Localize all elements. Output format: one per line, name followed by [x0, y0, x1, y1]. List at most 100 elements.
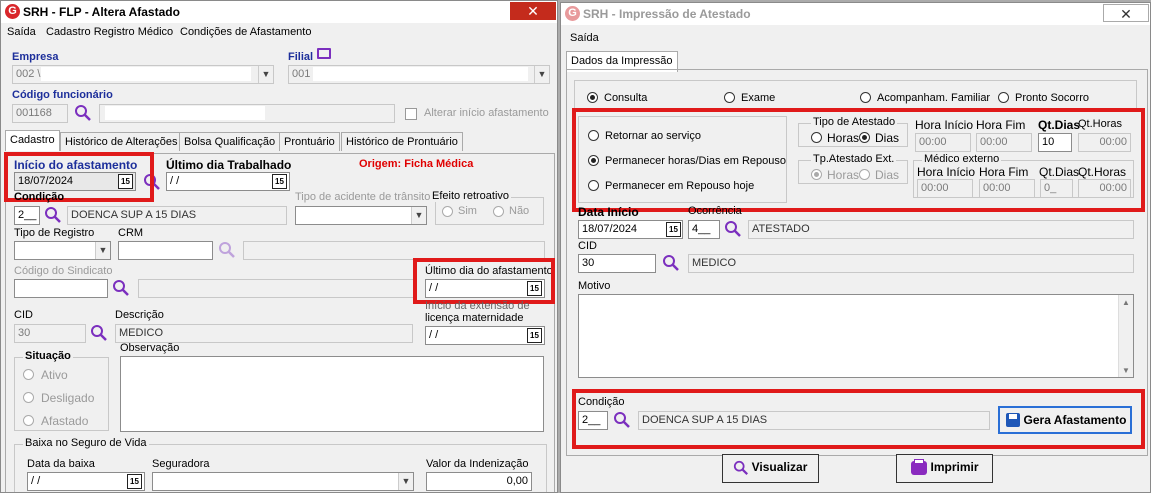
situacao-desligado-radio[interactable]: [23, 392, 34, 403]
exame-radio[interactable]: [724, 92, 735, 103]
tab-cadastro[interactable]: Cadastro: [5, 130, 60, 151]
condicao-code-input[interactable]: 2__: [14, 206, 40, 225]
window-title: SRH - FLP - Altera Afastado: [23, 5, 180, 19]
tab-prontuario[interactable]: Prontuário: [279, 132, 340, 151]
search-icon[interactable]: [218, 241, 236, 259]
alterar-inicio-checkbox[interactable]: [405, 108, 417, 120]
situacao-afastado-label: Afastado: [41, 414, 89, 428]
exame-label: Exame: [741, 92, 776, 104]
filial-label: Filial: [288, 51, 314, 63]
descricao-label: Descrição: [115, 309, 164, 321]
search-icon: [733, 460, 749, 476]
pronto-socorro-radio[interactable]: [998, 92, 1009, 103]
chevron-down-icon[interactable]: ▼: [258, 66, 273, 83]
observacao-textarea[interactable]: [120, 356, 544, 432]
descricao-display: MEDICO: [115, 324, 413, 343]
licenca-label-2: licença maternidade: [425, 312, 524, 324]
sindicato-label: Código do Sindicato: [14, 265, 113, 277]
chevron-down-icon[interactable]: ▼: [534, 66, 549, 83]
redaction: [313, 67, 528, 81]
sindicato-input[interactable]: [14, 279, 108, 298]
chevron-down-icon[interactable]: ▼: [398, 473, 413, 490]
seguradora-select[interactable]: [152, 472, 414, 491]
tab-historico-alteracoes[interactable]: Histórico de Alterações: [60, 132, 183, 151]
data-inicio-label: Data Início: [578, 205, 639, 219]
redaction: [105, 106, 265, 120]
menu-saida[interactable]: Saída: [570, 32, 599, 44]
situacao-ativo-radio[interactable]: [23, 369, 34, 380]
tipo-acidente-select[interactable]: [295, 206, 427, 225]
motivo-textarea[interactable]: [578, 294, 1134, 378]
codigo-funcionario-input[interactable]: 001168: [12, 104, 68, 123]
impressao-atestado-window: G SRH - Impressão de Atestado ✕ Saída Da…: [560, 2, 1151, 493]
scroll-down-icon[interactable]: ▼: [1122, 366, 1130, 375]
situacao-label: Situação: [23, 350, 73, 362]
menu-cadastro-registro-medico[interactable]: Cadastro Registro Médico: [46, 26, 173, 38]
baixa-seguro-label: Baixa no Seguro de Vida: [23, 437, 149, 449]
search-icon[interactable]: [724, 220, 742, 238]
efeito-nao-label: Não: [509, 205, 530, 217]
scroll-up-icon[interactable]: ▲: [1122, 298, 1130, 307]
indenizacao-label: Valor da Indenização: [426, 458, 529, 470]
cid-label: CID: [14, 309, 33, 321]
cid-desc-display: MEDICO: [688, 254, 1134, 273]
indenizacao-input[interactable]: 0,00: [426, 472, 532, 491]
ocorrencia-code-input[interactable]: 4__: [688, 220, 720, 239]
visualizar-label: Visualizar: [751, 460, 808, 474]
situacao-ativo-label: Ativo: [41, 368, 68, 382]
calendar-icon[interactable]: 15: [127, 474, 142, 489]
pronto-socorro-label: Pronto Socorro: [1015, 92, 1089, 104]
calendar-icon[interactable]: 15: [527, 328, 542, 343]
observacao-label: Observação: [120, 342, 180, 354]
redaction: [41, 67, 251, 81]
motivo-scrollbar[interactable]: ▲ ▼: [1118, 295, 1133, 377]
tipo-registro-label: Tipo de Registro: [14, 227, 95, 239]
efeito-sim-label: Sim: [458, 205, 477, 217]
menu-condicoes-afastamento[interactable]: Condições de Afastamento: [180, 26, 311, 38]
cid-input[interactable]: 30: [14, 324, 86, 343]
search-icon[interactable]: [44, 206, 62, 224]
search-icon[interactable]: [112, 279, 130, 297]
efeito-retroativo-label: Efeito retroativo: [430, 190, 512, 202]
origem-label: Origem: Ficha Médica: [359, 158, 474, 170]
highlight-box: [572, 389, 1145, 449]
situacao-afastado-radio[interactable]: [23, 415, 34, 426]
data-baixa-label: Data da baixa: [27, 458, 95, 470]
app-logo-icon: G: [565, 6, 580, 21]
consulta-label: Consulta: [604, 92, 648, 104]
menu-bar: Saída: [561, 25, 1150, 44]
cid-input[interactable]: 30: [578, 254, 656, 273]
monitor-icon[interactable]: [317, 48, 331, 59]
window-title: SRH - Impressão de Atestado: [583, 7, 751, 21]
highlight-box: [572, 108, 1145, 212]
crm-input[interactable]: [118, 241, 213, 260]
imprimir-button[interactable]: Imprimir: [896, 454, 993, 483]
chevron-down-icon[interactable]: ▼: [95, 242, 110, 259]
motivo-label: Motivo: [578, 280, 611, 292]
ultimo-dia-trabalhado-label: Último dia Trabalhado: [166, 158, 292, 172]
search-icon[interactable]: [662, 254, 680, 272]
sindicato-desc-display: [138, 279, 416, 298]
calendar-icon[interactable]: 15: [666, 222, 681, 237]
consulta-radio[interactable]: [587, 92, 598, 103]
title-bar: G SRH - FLP - Altera Afastado ✕: [1, 1, 557, 23]
search-icon[interactable]: [90, 324, 108, 342]
ocorrencia-desc-display: ATESTADO: [748, 220, 1134, 239]
chevron-down-icon[interactable]: ▼: [411, 207, 426, 224]
condicao-desc-display: DOENCA SUP A 15 DIAS: [67, 206, 287, 225]
search-icon[interactable]: [74, 104, 92, 122]
condicao-label: Condição: [14, 191, 65, 203]
close-button[interactable]: ✕: [510, 2, 556, 20]
tipo-acidente-label: Tipo de acidente de trânsito: [295, 191, 431, 203]
tab-bolsa-qualificacao[interactable]: Bolsa Qualificação: [179, 132, 281, 151]
efeito-sim-radio[interactable]: [442, 206, 453, 217]
ocorrencia-label: Ocorrência: [688, 205, 742, 217]
efeito-nao-radio[interactable]: [493, 206, 504, 217]
tab-historico-prontuario[interactable]: Histórico de Prontuário: [341, 132, 463, 151]
calendar-icon[interactable]: 15: [272, 174, 287, 189]
title-bar: G SRH - Impressão de Atestado ✕: [561, 3, 1150, 25]
close-button[interactable]: ✕: [1103, 4, 1149, 22]
visualizar-button[interactable]: Visualizar: [722, 454, 819, 483]
menu-saida[interactable]: Saída: [7, 26, 36, 38]
acompanham-familiar-radio[interactable]: [860, 92, 871, 103]
